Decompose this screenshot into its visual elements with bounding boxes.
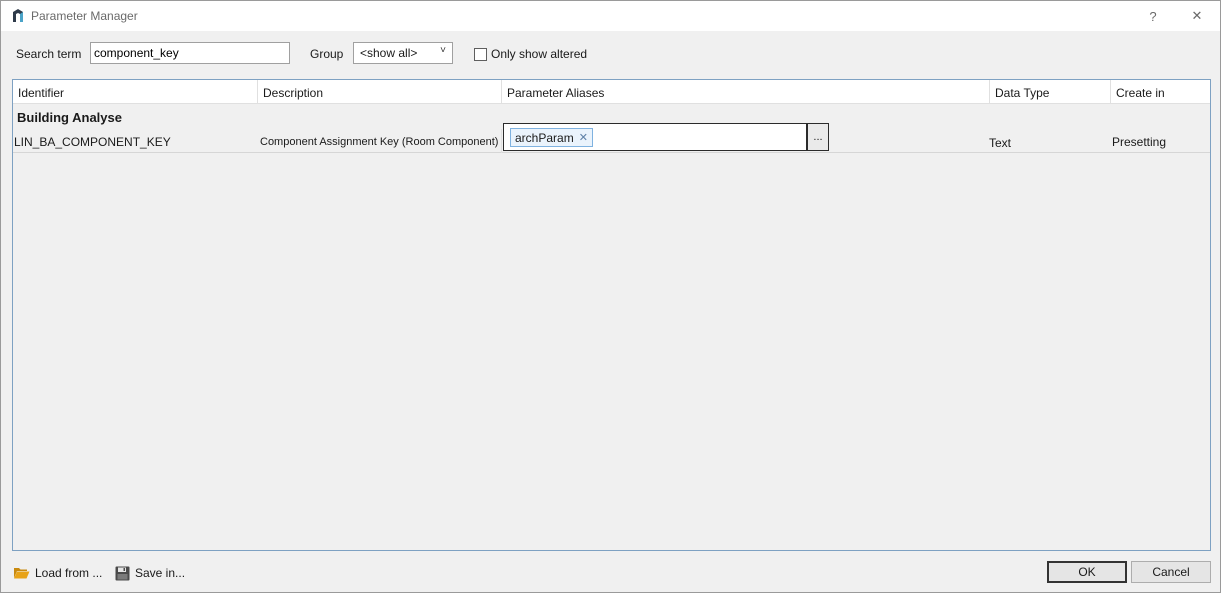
grid-header: Identifier Description Parameter Aliases… xyxy=(13,80,1210,104)
load-from-button[interactable]: Load from ... xyxy=(13,563,102,583)
window-title: Parameter Manager xyxy=(31,9,138,23)
column-header-identifier[interactable]: Identifier xyxy=(13,80,258,104)
load-from-label: Load from ... xyxy=(35,566,103,580)
app-logo-icon xyxy=(10,8,26,24)
alias-chip: archParam ✕ xyxy=(510,128,593,147)
group-select[interactable]: <show all> ˅ xyxy=(353,42,453,64)
alias-chip-label: archParam xyxy=(515,130,574,145)
column-header-description[interactable]: Description xyxy=(258,80,502,104)
ok-button[interactable]: OK xyxy=(1047,561,1127,583)
group-header-row[interactable]: Building Analyse xyxy=(17,110,122,125)
title-bar: Parameter Manager ? ✕ xyxy=(1,1,1220,31)
column-header-data-type[interactable]: Data Type xyxy=(990,80,1111,104)
search-term-label: Search term xyxy=(16,47,82,61)
group-label: Group xyxy=(310,47,344,61)
search-input[interactable] xyxy=(90,42,290,64)
only-show-altered-checkbox[interactable] xyxy=(474,47,487,61)
cell-identifier: LIN_BA_COMPONENT_KEY xyxy=(14,135,171,149)
floppy-disk-icon xyxy=(115,566,130,580)
save-in-label: Save in... xyxy=(135,566,186,580)
only-show-altered-toggle[interactable]: Only show altered xyxy=(474,47,587,61)
group-select-value: <show all> xyxy=(360,46,418,60)
column-header-create-in[interactable]: Create in xyxy=(1111,80,1210,104)
remove-chip-icon[interactable]: ✕ xyxy=(579,131,588,144)
chevron-down-icon: ˅ xyxy=(440,45,446,56)
folder-open-icon xyxy=(14,568,30,579)
only-show-altered-label: Only show altered xyxy=(491,47,588,61)
cell-create-in: Presetting xyxy=(1112,135,1167,149)
alias-browse-button[interactable]: ... xyxy=(807,123,829,151)
cancel-button[interactable]: Cancel xyxy=(1131,561,1211,583)
cell-description: Component Assignment Key (Room Component… xyxy=(258,129,502,153)
alias-tag-input[interactable]: archParam ✕ xyxy=(503,123,807,151)
cell-data-type: Text xyxy=(989,136,1012,150)
help-button[interactable]: ? xyxy=(1131,1,1175,31)
column-header-parameter-aliases[interactable]: Parameter Aliases xyxy=(502,80,990,104)
save-in-button[interactable]: Save in... xyxy=(115,563,185,583)
close-button[interactable]: ✕ xyxy=(1175,1,1219,31)
parameter-grid: Identifier Description Parameter Aliases… xyxy=(12,79,1211,551)
parameter-manager-window: Parameter Manager ? ✕ Search term Group … xyxy=(0,0,1221,593)
table-row[interactable]: LIN_BA_COMPONENT_KEY Component Assignmen… xyxy=(13,123,1210,153)
